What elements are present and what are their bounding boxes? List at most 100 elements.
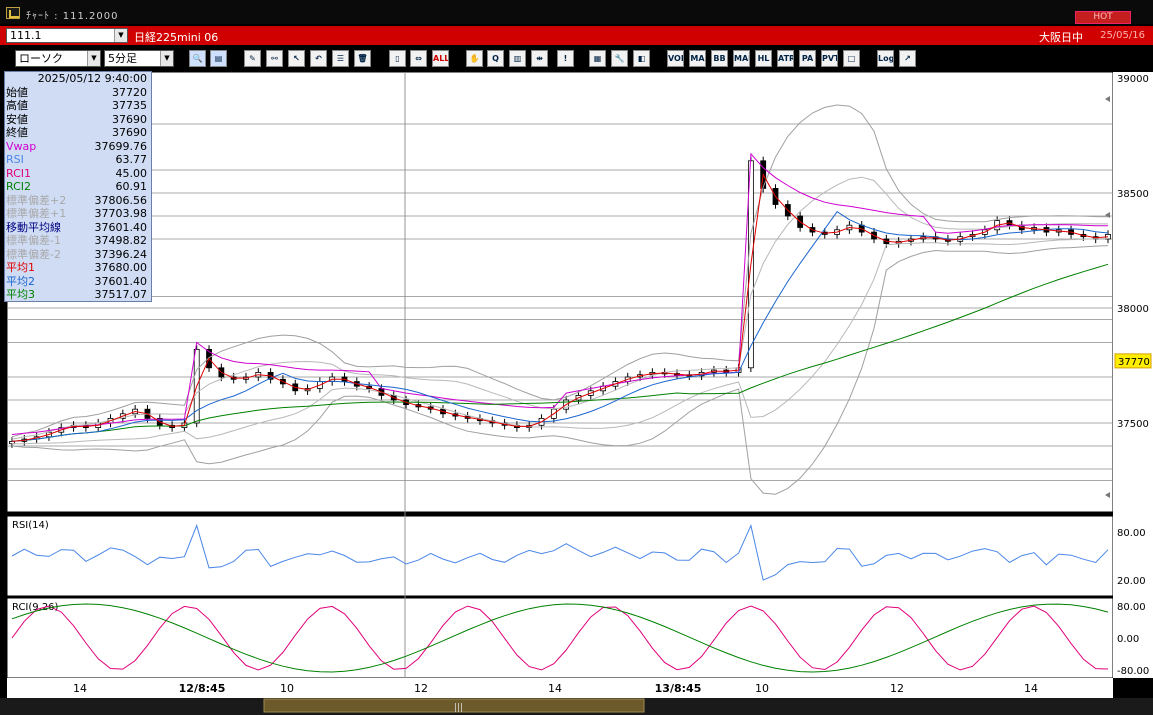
time-tick-label: 14 [73,682,87,695]
undo-button[interactable]: ↶ [310,50,327,67]
layout-icon: ▤ [214,54,223,63]
hl-button[interactable]: HL [755,50,772,67]
rci-tick-label: -80.00 [1117,666,1149,677]
atr-button[interactable]: ATR [777,50,794,67]
info-value: 37396.24 [94,247,148,261]
symbol-name: 日経225mini 06 [134,31,219,44]
info-row: 標準偏差-1 37498.82 [5,234,151,248]
info-row: 標準偏差+1 37703.98 [5,207,151,221]
chart-area[interactable]: ||| 39000 38500 38000 37500 37770 RSI(14) 80.00… [0,72,1153,715]
list-button[interactable]: ☰ [332,50,349,67]
trash-button[interactable]: 🗑 [354,50,371,67]
info-value: 37690 [112,126,147,139]
info-row: RCI1 45.00 [5,167,151,181]
para-button[interactable]: PA [799,50,816,67]
search-chart-icon: Q [492,54,499,63]
undo-icon: ↶ [315,54,322,63]
vol-button[interactable]: VOL [667,50,684,67]
box-icon: □ [847,54,856,63]
bar-chart-icon: ▥ [513,54,522,63]
info-value: 63.77 [115,153,148,166]
candle-icon: ▯ [395,54,400,63]
link-button[interactable]: ⚯ [266,50,283,67]
info-value: 37601.40 [94,220,148,234]
split-button[interactable]: ⇹ [531,50,548,67]
info-value: 37517.07 [94,288,148,301]
info-value: 37680.00 [94,261,148,274]
hand-icon: ✋ [469,54,480,63]
rsi-panel[interactable] [6,515,1114,597]
chevron-down-icon[interactable]: ▼ [114,29,127,42]
hand-button[interactable]: ✋ [466,50,483,67]
rci-tick-label: 80.00 [1117,602,1146,613]
data-window-panel: 2025/05/12 9:40:00 始値 37720 高値 37735 安値 37690… [4,71,152,302]
wrench-button[interactable]: 🔧 [611,50,628,67]
log-button[interactable]: Log [877,50,894,67]
price-axis-bg [1113,72,1153,678]
pvt-button[interactable]: PVT [821,50,838,67]
date-label: 25/05/16 [1100,30,1145,41]
hot-button[interactable]: HOT [1075,11,1131,24]
mae-button[interactable]: MAE [733,50,750,67]
session-label: 大阪日中 [1039,31,1083,44]
all-button[interactable]: ALL [432,50,449,67]
chart-app-icon [6,7,20,19]
info-value: 37720 [112,85,147,99]
candle-button[interactable]: ▯ [389,50,406,67]
price-tick-label: 37500 [1117,419,1149,430]
scroll-grip-icon[interactable]: ||| [454,703,463,713]
info-label: RSI [6,153,24,166]
info-label: 平均1 [6,261,35,274]
cursor-icon: ↖ [293,54,300,63]
cursor-button[interactable]: ↖ [288,50,305,67]
time-tick-label: 12 [414,682,428,695]
grid-button[interactable]: ▦ [589,50,606,67]
info-label: 標準偏差-2 [6,247,61,261]
palette-icon: ◧ [637,54,646,63]
chart-canvas[interactable]: ||| 39000 38500 38000 37500 37770 RSI(14) 80.00… [0,72,1153,715]
info-row: 始値 37720 [5,86,151,100]
box-button[interactable]: □ [843,50,860,67]
info-row: RCI2 60.91 [5,180,151,194]
log-icon: Log [878,54,894,63]
info-label: 安値 [6,112,28,126]
time-tick-label: 10 [280,682,294,695]
link-icon: ⚯ [271,54,278,63]
info-row: 標準偏差-2 37396.24 [5,248,151,262]
search-chart-button[interactable]: Q [487,50,504,67]
rci-panel[interactable] [6,597,1114,679]
info-row: 平均1 37680.00 [5,261,151,275]
export-button[interactable]: ↗ [899,50,916,67]
time-tick-label: 13/8:45 [655,682,702,695]
chart-type-select[interactable]: ローソク ▼ [15,50,101,67]
info-value: 37735 [112,99,147,112]
bb-button[interactable]: BB [711,50,728,67]
pvt-icon: PVT [822,54,838,63]
mae-icon: MAE [734,54,749,63]
pen-button[interactable]: ✎ [244,50,261,67]
info-label: 標準偏差-1 [6,234,61,247]
interval-value: 5分足 [108,52,137,65]
rsi-tick-label: 80.00 [1117,528,1146,539]
bar-chart-button[interactable]: ▥ [509,50,526,67]
hl-icon: HL [757,54,770,63]
layout-button[interactable]: ▤ [210,50,227,67]
blank-button[interactable]: ! [557,50,574,67]
info-value: 60.91 [115,180,148,193]
price-tick-label: 39000 [1117,74,1149,85]
symbol-code-select[interactable]: 111.1 ▼ [6,28,128,43]
interval-select[interactable]: 5分足 ▼ [104,50,174,67]
price-tick-label: 38500 [1117,189,1149,200]
info-row: 標準偏差+2 37806.56 [5,194,151,208]
para-icon: PA [801,54,814,63]
chevron-down-icon[interactable]: ▼ [160,51,173,66]
candle-range-button[interactable]: ⇔ [410,50,427,67]
chevron-down-icon[interactable]: ▼ [87,51,100,66]
wrench-icon: 🔧 [614,54,625,63]
zoom-button[interactable]: 🔍 [189,50,206,67]
bb-icon: BB [713,54,726,63]
chart-type-value: ローソク [19,52,63,65]
ma-button[interactable]: MA [689,50,706,67]
info-row: RSI 63.77 [5,153,151,167]
palette-button[interactable]: ◧ [633,50,650,67]
